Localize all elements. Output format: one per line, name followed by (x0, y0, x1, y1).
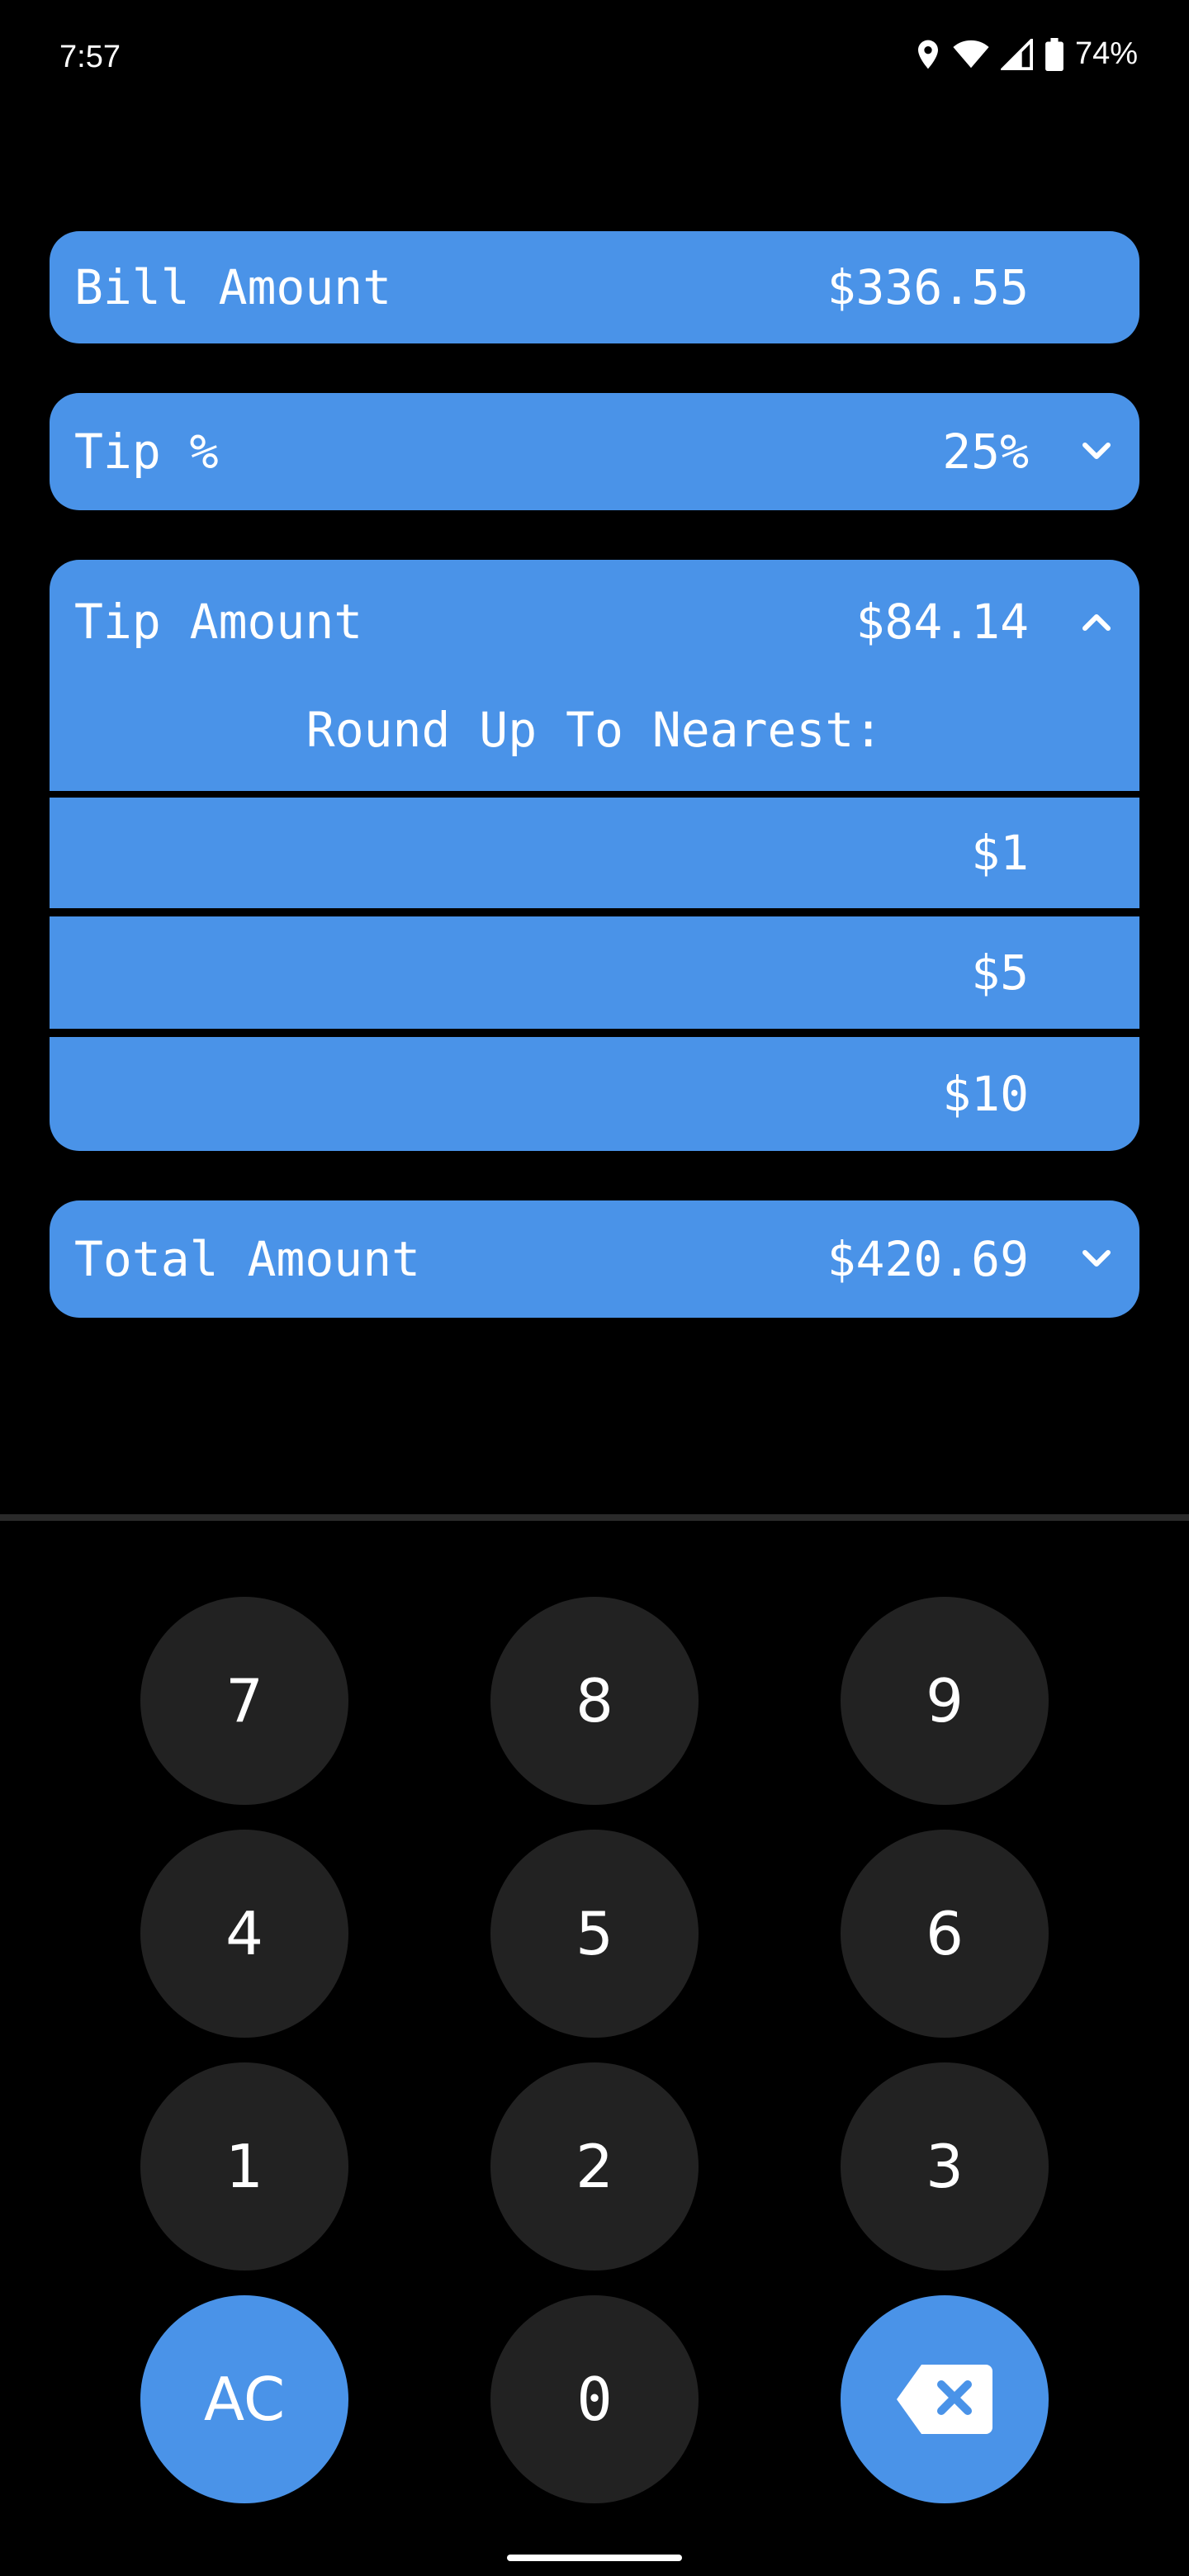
round-option-5[interactable]: $5 (50, 916, 1139, 1029)
bill-amount-value: $336.55 (827, 259, 1029, 315)
status-time: 7:57 (59, 40, 121, 74)
keypad-divider (0, 1514, 1189, 1521)
backspace-button[interactable] (841, 2295, 1049, 2503)
location-icon (915, 38, 941, 71)
home-indicator[interactable] (507, 2555, 682, 2561)
total-amount-label: Total Amount (74, 1231, 421, 1287)
key-0[interactable]: 0 (490, 2295, 699, 2503)
clear-button[interactable]: AC (140, 2295, 348, 2503)
tip-percent-card[interactable]: Tip % 25% (50, 393, 1139, 510)
round-up-title: Round Up To Nearest: (306, 702, 883, 758)
status-bar: 7:57 74% (0, 0, 1189, 116)
bill-amount-card[interactable]: Bill Amount $336.55 (50, 231, 1139, 343)
tip-percent-label: Tip % (74, 424, 219, 480)
total-amount-card[interactable]: Total Amount $420.69 (50, 1200, 1139, 1318)
battery-percentage: 74% (1074, 36, 1138, 71)
wifi-icon (953, 40, 989, 69)
round-option-10[interactable]: $10 (50, 1037, 1139, 1151)
signal-icon (1000, 38, 1034, 70)
round-option-label: $5 (971, 945, 1029, 1001)
tip-amount-value: $84.14 (855, 594, 1029, 650)
key-8[interactable]: 8 (490, 1597, 699, 1805)
chevron-up-icon[interactable] (1077, 602, 1116, 642)
key-7[interactable]: 7 (140, 1597, 348, 1805)
tip-amount-label: Tip Amount (74, 594, 363, 650)
bill-amount-label: Bill Amount (74, 259, 392, 315)
key-1[interactable]: 1 (140, 2062, 348, 2271)
tip-percent-value: 25% (942, 424, 1029, 480)
backspace-icon (897, 2365, 992, 2434)
round-option-1[interactable]: $1 (50, 798, 1139, 908)
key-3[interactable]: 3 (841, 2062, 1049, 2271)
status-icons: 74% (915, 36, 1138, 72)
key-5[interactable]: 5 (490, 1830, 699, 2038)
key-9[interactable]: 9 (841, 1597, 1049, 1805)
key-4[interactable]: 4 (140, 1830, 348, 2038)
chevron-down-icon[interactable] (1077, 432, 1116, 471)
battery-icon (1045, 37, 1063, 71)
round-option-label: $1 (971, 825, 1029, 881)
key-6[interactable]: 6 (841, 1830, 1049, 2038)
key-2[interactable]: 2 (490, 2062, 699, 2271)
round-option-label: $10 (942, 1066, 1029, 1122)
total-amount-value: $420.69 (827, 1231, 1029, 1287)
chevron-down-icon[interactable] (1077, 1239, 1116, 1279)
